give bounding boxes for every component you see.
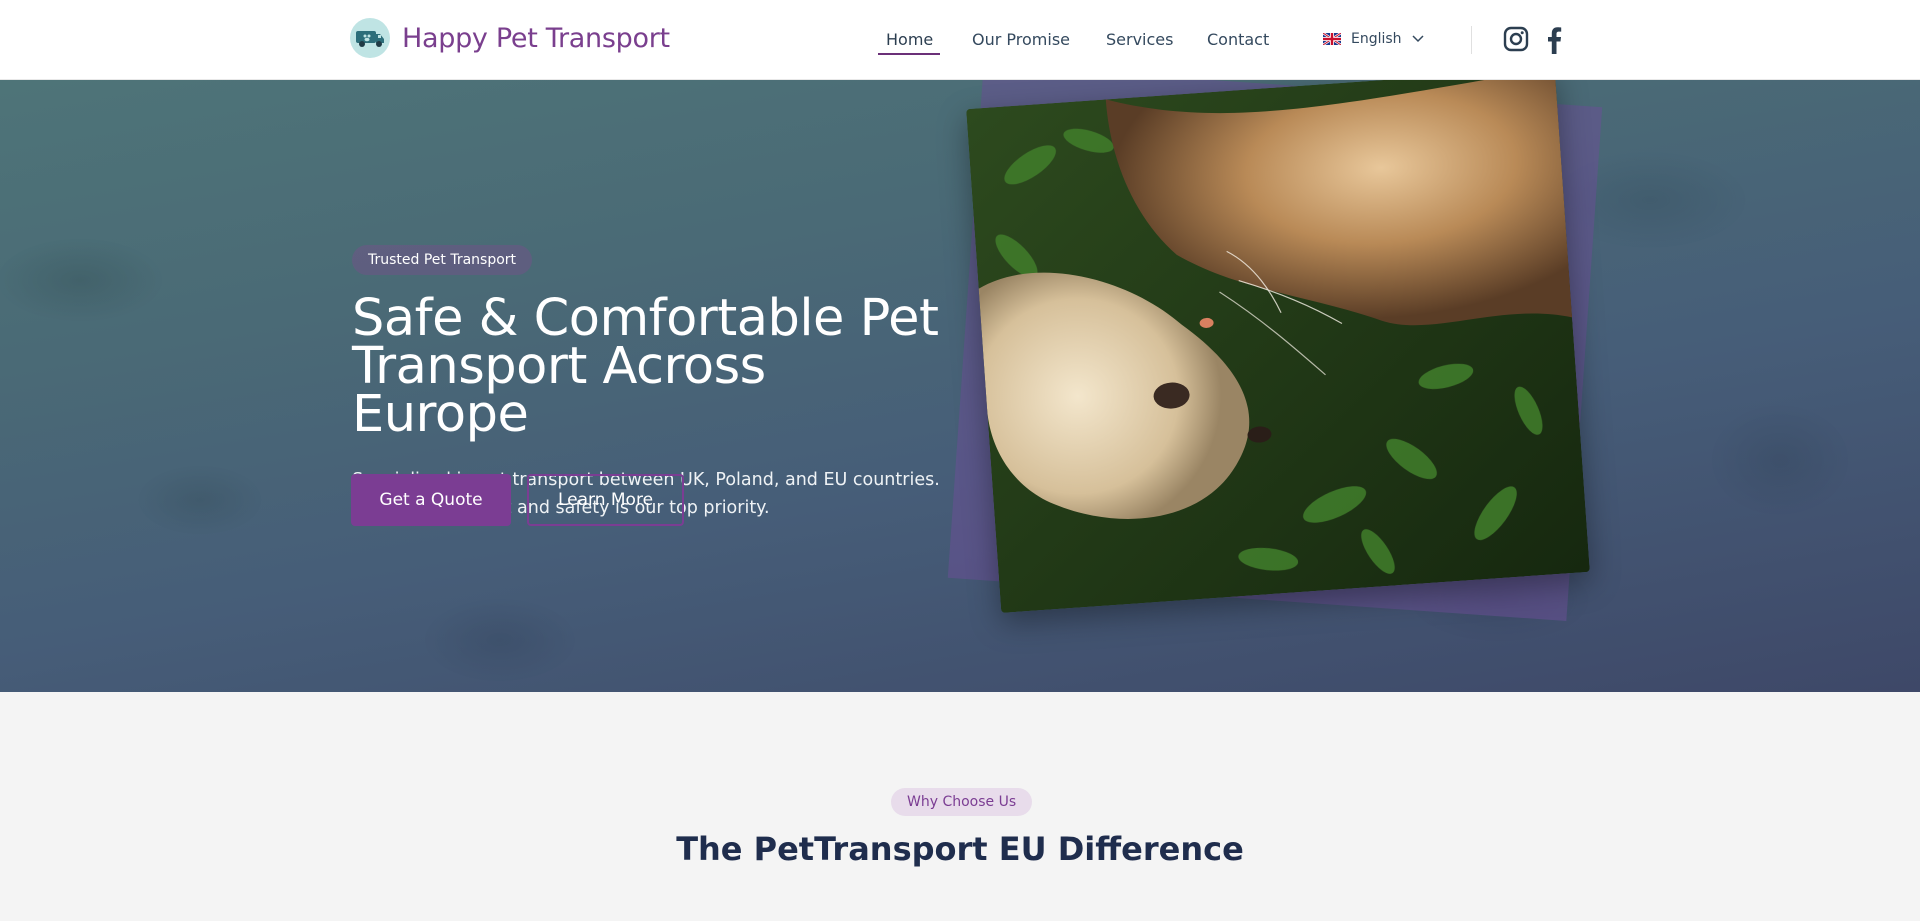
chevron-down-icon [1412, 35, 1424, 43]
nav-services[interactable]: Services [1106, 30, 1173, 49]
language-label: English [1351, 31, 1402, 47]
instagram-icon[interactable] [1503, 26, 1529, 56]
hero-badge: Trusted Pet Transport [352, 245, 533, 275]
hero-headline: Safe & Comfortable Pet Transport Across … [352, 289, 952, 444]
cat-and-dog-photo [966, 80, 1590, 613]
headline-line: Safe & Comfortable Pet [352, 289, 939, 348]
brand-logo[interactable]: Happy Pet Transport [350, 18, 670, 58]
facebook-icon[interactable] [1546, 26, 1562, 58]
uk-flag-icon [1323, 33, 1341, 45]
get-quote-button[interactable]: Get a Quote [351, 474, 511, 526]
nav-our-promise[interactable]: Our Promise [972, 30, 1070, 49]
language-selector[interactable]: English [1323, 31, 1424, 47]
header-divider [1471, 26, 1472, 54]
section-pill: Why Choose Us [891, 788, 1033, 816]
headline-line: Europe [352, 385, 529, 444]
learn-more-button[interactable]: Learn More [527, 474, 684, 526]
nav-contact[interactable]: Contact [1207, 30, 1269, 49]
site-header: Happy Pet Transport Home Our Promise Ser… [0, 0, 1920, 80]
section-title: The PetTransport EU Difference [676, 830, 1244, 868]
nav-active-underline [878, 53, 940, 55]
headline-line: Transport Across [352, 337, 766, 396]
why-choose-us-section: Why Choose Us The PetTransport EU Differ… [0, 692, 1920, 921]
nav-home[interactable]: Home [886, 30, 933, 49]
brand-name: Happy Pet Transport [402, 22, 670, 54]
hero-section: Trusted Pet Transport Safe & Comfortable… [0, 80, 1920, 692]
van-icon [350, 18, 390, 58]
hero-background [0, 80, 1920, 692]
